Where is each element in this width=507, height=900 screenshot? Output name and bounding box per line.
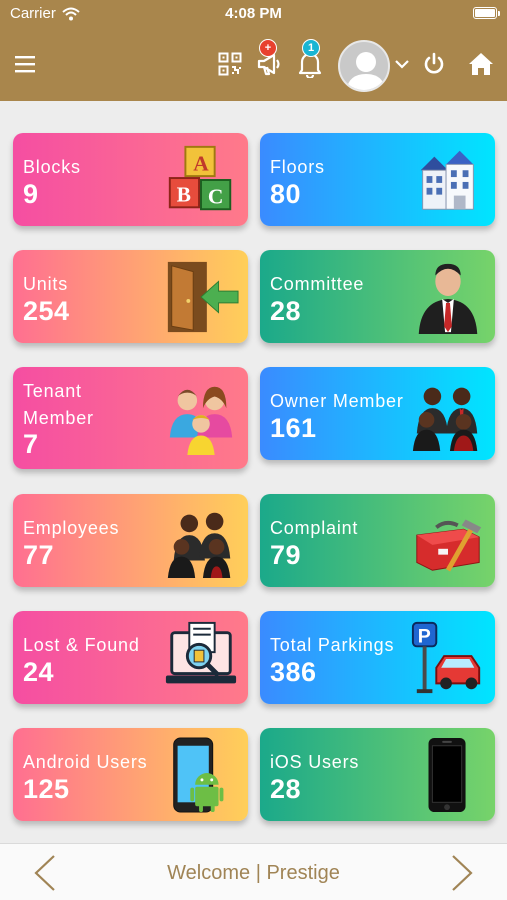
svg-text:C: C [208, 184, 223, 208]
card-label: Lost & Found [23, 635, 140, 655]
door-enter-icon [167, 261, 239, 333]
chevron-right-icon[interactable] [449, 853, 475, 898]
megaphone-badge: + [259, 39, 277, 57]
card-value: 28 [270, 296, 302, 326]
card-value: 125 [23, 774, 70, 804]
card-value: 24 [23, 657, 55, 687]
card-label: Units [23, 274, 69, 294]
card-label: Complaint [270, 518, 359, 538]
search-laptop-icon [165, 621, 237, 684]
card-ios-users[interactable]: iOS Users 28 [260, 728, 495, 821]
card-label: Floors [270, 157, 325, 177]
card-value: 80 [270, 179, 302, 209]
card-total-parkings[interactable]: Total Parkings 386 P [260, 611, 495, 704]
card-label: Owner Member [270, 391, 404, 411]
iphone-icon [428, 737, 466, 813]
avatar[interactable] [338, 40, 390, 92]
card-value: 28 [270, 774, 302, 804]
card-value: 79 [270, 540, 302, 570]
card-label: iOS Users [270, 752, 360, 772]
toolbox-icon [416, 519, 482, 572]
group-people-icon [412, 387, 478, 452]
hamburger-menu-icon[interactable] [12, 50, 40, 78]
qr-code-icon[interactable] [216, 50, 244, 78]
dashboard-grid: Blocks 9 A B C Floors 80 Units 254 Commi… [0, 101, 507, 843]
parking-car-icon: P [411, 621, 481, 694]
top-nav-bar: + 1 [0, 28, 507, 101]
card-android-users[interactable]: Android Users 125 [13, 728, 248, 821]
notification-badge: 1 [302, 39, 320, 57]
card-label: Employees [23, 518, 120, 538]
card-floors[interactable]: Floors 80 [260, 133, 495, 226]
card-lost-and-found[interactable]: Lost & Found 24 [13, 611, 248, 704]
status-time: 4:08 PM [225, 5, 282, 22]
battery-icon [473, 7, 500, 19]
businessman-icon [418, 263, 478, 335]
card-value: 161 [270, 413, 317, 443]
card-value: 77 [23, 540, 55, 570]
card-label: Committee [270, 274, 365, 294]
android-phone-icon [173, 737, 224, 813]
card-tenant-member[interactable]: Tenant Member 7 [13, 367, 248, 469]
footer-title: Welcome | Prestige [167, 862, 340, 884]
card-value: 386 [270, 657, 317, 687]
power-icon[interactable] [420, 50, 448, 78]
status-bar: Carrier 4:08 PM [0, 0, 507, 28]
building-icon [420, 150, 474, 210]
svg-text:B: B [177, 182, 191, 206]
svg-text:P: P [418, 625, 431, 647]
card-label: Tenant Member [23, 381, 94, 428]
abc-blocks-icon: A B C [168, 145, 232, 211]
card-blocks[interactable]: Blocks 9 A B C [13, 133, 248, 226]
family-icon [169, 386, 233, 456]
employees-icon [167, 512, 231, 579]
card-units[interactable]: Units 254 [13, 250, 248, 343]
card-employees[interactable]: Employees 77 [13, 494, 248, 587]
card-value: 7 [23, 429, 39, 459]
card-owner-member[interactable]: Owner Member 161 [260, 367, 495, 460]
svg-text:A: A [193, 151, 209, 175]
card-committee[interactable]: Committee 28 [260, 250, 495, 343]
chevron-down-icon[interactable] [392, 56, 412, 72]
card-value: 9 [23, 179, 39, 209]
card-label: Blocks [23, 157, 81, 177]
home-icon[interactable] [466, 50, 496, 78]
card-value: 254 [23, 296, 70, 326]
footer-bar: Welcome | Prestige [0, 843, 507, 900]
card-complaint[interactable]: Complaint 79 [260, 494, 495, 587]
